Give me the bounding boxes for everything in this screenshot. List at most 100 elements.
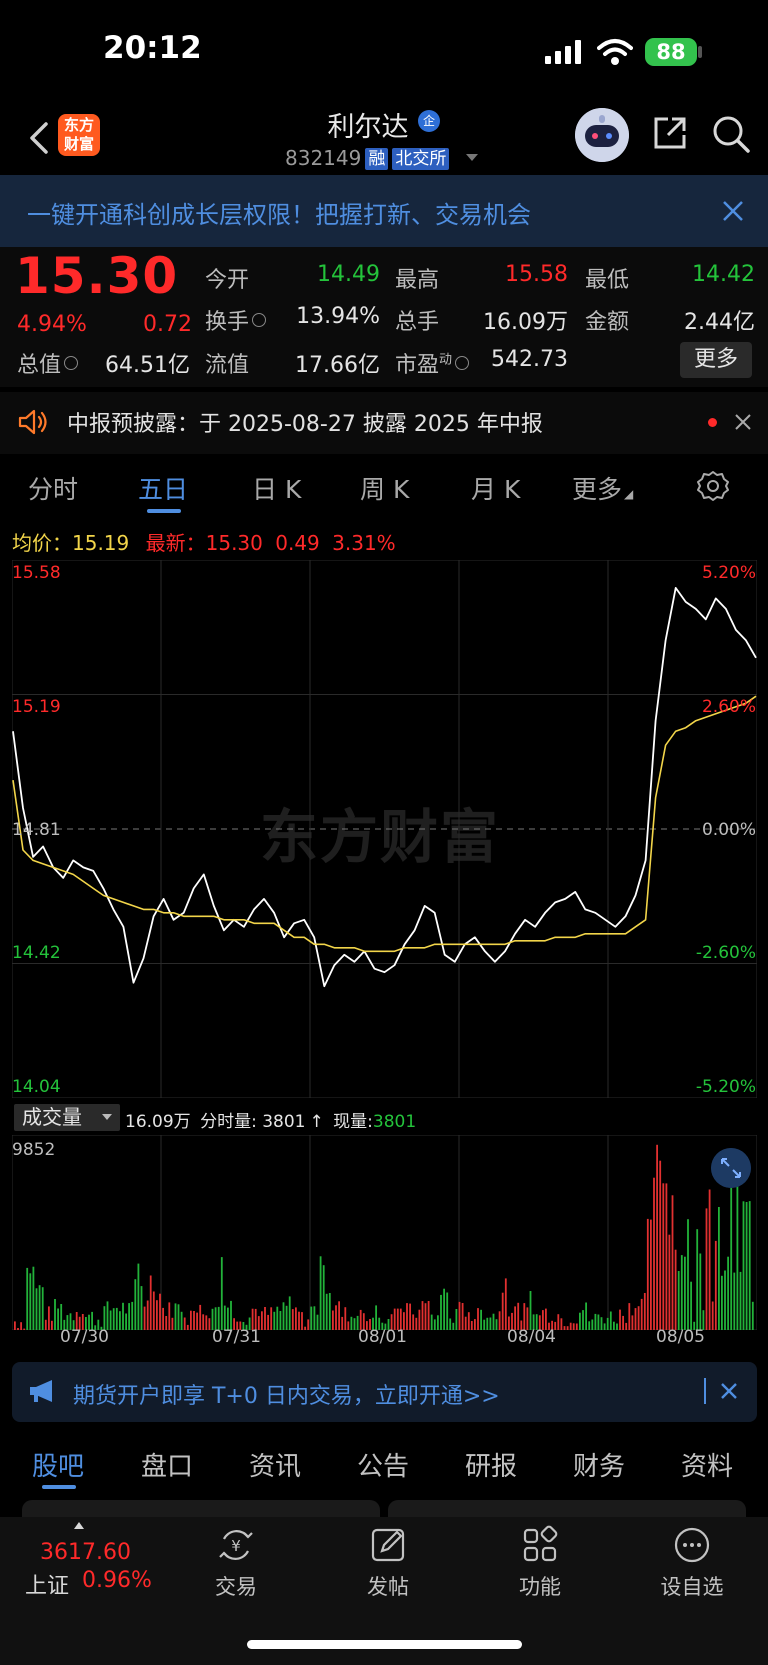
volume-bar: [230, 1300, 232, 1330]
volume-bar: [186, 1324, 189, 1330]
latest-value: 15.30: [205, 531, 263, 555]
nav-trade[interactable]: ¥ 交易: [186, 1525, 286, 1601]
stock-switch-caret-icon[interactable]: [466, 154, 478, 161]
volume-bar: [131, 1301, 134, 1330]
tab-announcements[interactable]: 公告: [357, 1446, 409, 1483]
volume-bar: [486, 1317, 489, 1330]
index-percent[interactable]: 0.96%: [82, 1568, 152, 1593]
volume-bar: [467, 1312, 470, 1330]
change-percent: 4.94%: [17, 312, 87, 337]
tab-daily-k[interactable]: 日 K: [252, 470, 301, 506]
dropdown-caret-icon[interactable]: [102, 1114, 112, 1120]
robot-avatar-icon[interactable]: [575, 108, 629, 162]
stock-code: 832149: [285, 146, 362, 170]
promo-text[interactable]: 一键开通科创成长层权限！把握打新、交易机会: [27, 195, 531, 230]
volume-bar: [152, 1291, 155, 1330]
volume-bar: [328, 1293, 331, 1330]
tab-monthly-k[interactable]: 月 K: [471, 470, 520, 506]
signal-icon: [545, 40, 581, 64]
tab-news[interactable]: 资讯: [249, 1446, 301, 1483]
volume-bar: [288, 1296, 291, 1330]
volume-bar: [690, 1281, 692, 1330]
volume-bar: [665, 1183, 668, 1330]
volume-bar: [437, 1315, 439, 1330]
tab-research[interactable]: 研报: [465, 1446, 517, 1483]
right-axis-label: -5.20%: [695, 1077, 756, 1097]
turnover-label[interactable]: 换手: [205, 304, 267, 336]
volume-bar: [480, 1309, 482, 1330]
volume-bar: [54, 1299, 56, 1330]
volume-bar: [443, 1288, 445, 1330]
price-chart[interactable]: [12, 560, 757, 1098]
volume-bar: [319, 1256, 322, 1330]
volume-bar: [575, 1323, 578, 1330]
volume-chart[interactable]: [12, 1135, 757, 1330]
pe-label[interactable]: 市盈动: [395, 347, 470, 379]
volume-bar: [415, 1317, 418, 1330]
tab-weekly-k[interactable]: 周 K: [360, 470, 409, 506]
volume-bar: [301, 1312, 303, 1330]
pe-label-sup: 动: [439, 352, 453, 368]
avg-value: 15.19: [72, 531, 130, 555]
volume-bar: [640, 1298, 643, 1330]
volume-bar: [684, 1256, 686, 1330]
volume-bar: [406, 1303, 408, 1330]
tab-intraday[interactable]: 分时: [28, 470, 78, 506]
volume-bar: [29, 1273, 32, 1330]
expand-icon[interactable]: [711, 1148, 751, 1188]
volume-bar: [48, 1306, 50, 1330]
left-axis-label: 15.19: [12, 697, 61, 717]
futures-text[interactable]: 期货开户即享 T+0 日内交易，立即开通>>: [73, 1378, 500, 1410]
high-value: 15.58: [505, 262, 568, 287]
close-icon[interactable]: [720, 1382, 738, 1400]
nav-add-watchlist[interactable]: 设自选: [642, 1525, 742, 1601]
right-axis-label: 2.60%: [701, 697, 756, 717]
volume-bar: [489, 1317, 492, 1330]
volume-summary: 16.09万 分时量: 3801 ↑ 现量:3801: [125, 1107, 416, 1132]
market-cap-label-text: 总值: [17, 353, 62, 378]
volume-bar: [501, 1292, 504, 1330]
volume-bar: [17, 1328, 19, 1330]
tab-profile[interactable]: 资料: [681, 1446, 733, 1483]
close-icon[interactable]: [733, 412, 753, 432]
volume-bar: [122, 1302, 124, 1330]
share-icon[interactable]: [650, 113, 690, 153]
volume-bar: [650, 1219, 652, 1330]
gear-icon[interactable]: [697, 470, 729, 502]
volume-bar: [461, 1303, 464, 1330]
change-amount: 0.72: [143, 312, 192, 337]
volume-bar: [341, 1316, 344, 1330]
tab-forum[interactable]: 股吧: [32, 1446, 84, 1483]
latest-change-percent: 3.31%: [332, 531, 396, 555]
stock-code-row: 832149 融北交所: [285, 146, 450, 170]
volume-bar: [711, 1301, 714, 1330]
tab-five-day[interactable]: 五日: [138, 470, 188, 506]
volume-bar: [594, 1313, 597, 1330]
volume-bar: [421, 1301, 424, 1330]
volume-bar: [119, 1311, 121, 1330]
volume-bar: [137, 1263, 140, 1330]
search-icon[interactable]: [710, 113, 752, 155]
volume-bar: [344, 1307, 347, 1330]
volume-bar: [347, 1321, 350, 1330]
tab-order-book[interactable]: 盘口: [141, 1446, 193, 1483]
nav-functions[interactable]: 功能: [490, 1525, 590, 1601]
active-tab-indicator: [42, 1485, 76, 1489]
volume-bar: [625, 1322, 628, 1330]
tab-financials[interactable]: 财务: [573, 1446, 625, 1483]
more-button[interactable]: 更多: [680, 342, 752, 378]
expand-up-icon[interactable]: [74, 1522, 84, 1529]
notice-text[interactable]: 中报预披露：于 2025-08-27 披露 2025 年中报: [67, 406, 543, 438]
volume-bar: [504, 1278, 507, 1330]
volume-bar: [418, 1309, 421, 1330]
tab-more[interactable]: 更多 ◢: [572, 470, 633, 506]
nav-post[interactable]: 发帖: [338, 1525, 438, 1601]
index-name[interactable]: 上证: [25, 1568, 69, 1600]
volume-bar: [134, 1279, 137, 1330]
close-icon[interactable]: [720, 198, 746, 224]
open-label: 今开: [205, 268, 250, 293]
volume-bar: [26, 1267, 29, 1330]
market-cap-label[interactable]: 总值: [17, 347, 79, 379]
index-value[interactable]: 3617.60: [40, 1540, 131, 1565]
volume-bar: [159, 1293, 161, 1330]
